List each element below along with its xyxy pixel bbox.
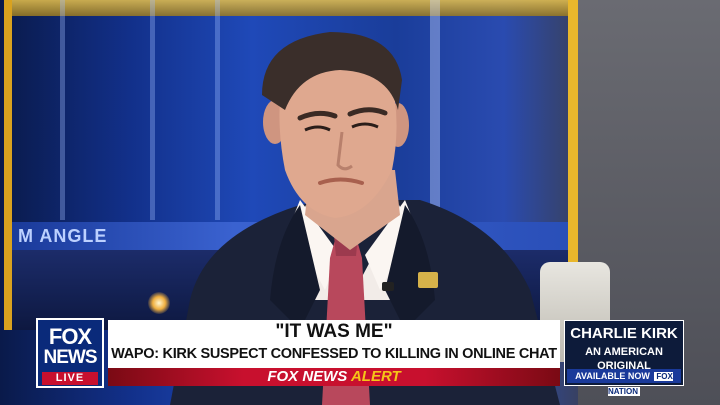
live-badge: LIVE — [42, 372, 98, 385]
alert-word: ALERT — [350, 368, 401, 385]
fox-news-live-logo: FOX NEWS LIVE — [36, 318, 104, 388]
lower-third: FOX NEWS LIVE "IT WAS ME" WAPO: KIRK SUS… — [36, 318, 684, 396]
alert-brand: FOX NEWS — [267, 368, 348, 385]
lapel-microphone — [382, 282, 394, 291]
headline: "IT WAS ME" — [275, 321, 393, 342]
promo-availability: AVAILABLE NOW FOX NATION — [567, 369, 681, 396]
program-promo: CHARLIE KIRK AN AMERICAN ORIGINAL AVAILA… — [564, 320, 684, 396]
flag-pin — [418, 272, 438, 288]
logo-fox-text: FOX — [48, 324, 92, 349]
promo-availability-text: AVAILABLE NOW — [575, 371, 650, 381]
promo-title: CHARLIE KIRK — [570, 325, 678, 342]
headline-box: "IT WAS ME" WAPO: KIRK SUSPECT CONFESSED… — [108, 320, 560, 368]
subheadline: WAPO: KIRK SUSPECT CONFESSED TO KILLING … — [111, 346, 557, 362]
logo-news-text: NEWS — [43, 347, 98, 368]
news-alert-bar: FOX NEWS ALERT — [108, 368, 560, 386]
alert-text: FOX NEWS ALERT — [108, 368, 560, 386]
